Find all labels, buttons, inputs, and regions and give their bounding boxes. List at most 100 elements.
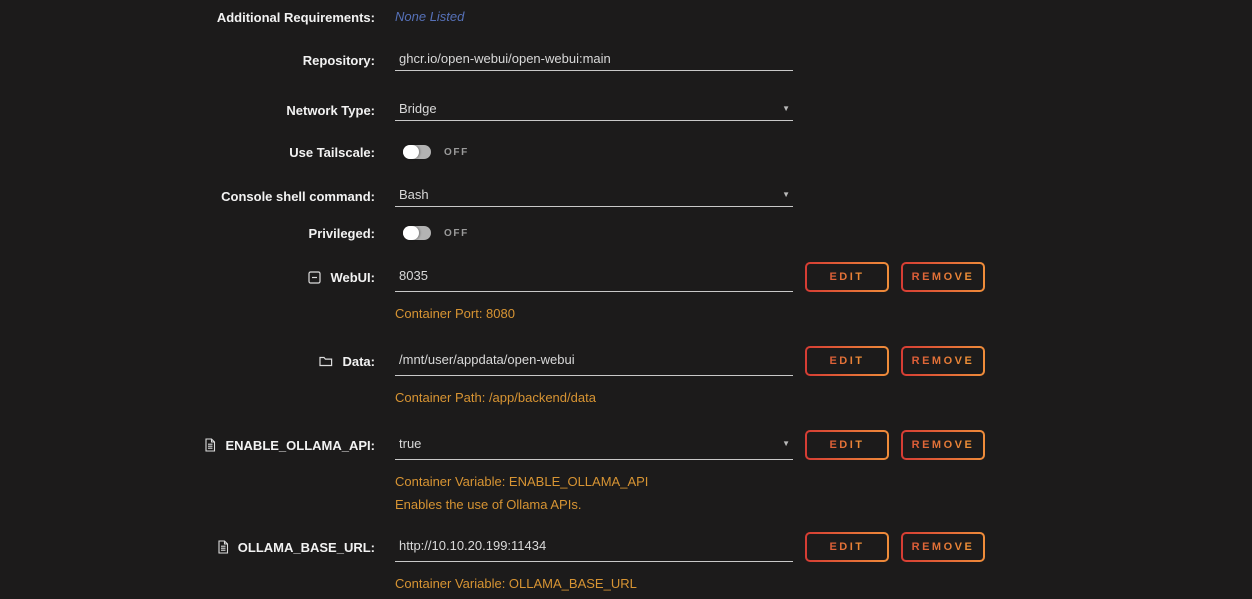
row-console-shell-command: Console shell command: Bash ▼ xyxy=(0,185,1252,207)
ctrl-col xyxy=(395,262,793,292)
label-col: Network Type: xyxy=(0,103,375,118)
network-type-value: Bridge xyxy=(395,101,437,119)
row-enable-ollama-api: ENABLE_OLLAMA_API: true ▼ EDIT REMOVE xyxy=(0,430,1252,460)
btn-col: EDIT REMOVE xyxy=(805,262,985,292)
data-path-input[interactable] xyxy=(395,352,793,370)
btn-col: EDIT REMOVE xyxy=(805,430,985,460)
row-use-tailscale: Use Tailscale: OFF xyxy=(0,141,1252,163)
data-field xyxy=(395,346,793,376)
data-container-path-note: Container Path: /app/backend/data xyxy=(395,388,1252,408)
data-label: Data: xyxy=(342,354,375,369)
label-col: Privileged: xyxy=(0,226,375,241)
use-tailscale-toggle[interactable] xyxy=(403,145,431,159)
webui-field xyxy=(395,262,793,292)
config-block-webui: WebUI: EDIT REMOVE Container Port: 8080 xyxy=(0,262,1252,324)
row-webui: WebUI: EDIT REMOVE xyxy=(0,262,1252,292)
ctrl-col: true ▼ xyxy=(395,430,793,460)
ctrl-col xyxy=(395,532,793,562)
config-block-enable-ollama-api: ENABLE_OLLAMA_API: true ▼ EDIT REMOVE Co… xyxy=(0,430,1252,516)
webui-port-input[interactable] xyxy=(395,268,793,286)
port-icon xyxy=(308,271,321,284)
row-network-type: Network Type: Bridge ▼ xyxy=(0,99,1252,121)
remove-button-label: REMOVE xyxy=(912,271,975,283)
btn-col: EDIT REMOVE xyxy=(805,346,985,376)
edit-button-label: EDIT xyxy=(829,355,864,367)
row-privileged: Privileged: OFF xyxy=(0,222,1252,244)
edit-button[interactable]: EDIT xyxy=(805,346,889,376)
console-shell-command-value: Bash xyxy=(395,187,429,205)
edit-button-label: EDIT xyxy=(829,271,864,283)
repository-input[interactable] xyxy=(395,51,793,69)
remove-button[interactable]: REMOVE xyxy=(901,430,985,460)
remove-button[interactable]: REMOVE xyxy=(901,346,985,376)
enable-ollama-api-variable-note: Container Variable: ENABLE_OLLAMA_API xyxy=(395,472,1252,492)
privileged-state: OFF xyxy=(444,228,469,239)
row-repository: Repository: xyxy=(0,49,1252,71)
webui-container-port-note: Container Port: 8080 xyxy=(395,304,1252,324)
row-ollama-base-url: OLLAMA_BASE_URL: EDIT REMOVE xyxy=(0,532,1252,562)
toggle-wrap: OFF xyxy=(403,145,793,159)
remove-button-label: REMOVE xyxy=(912,355,975,367)
enable-ollama-api-value: true xyxy=(395,436,421,454)
label-col: Data: xyxy=(0,354,375,369)
webui-label: WebUI: xyxy=(330,270,375,285)
docker-container-settings-form: Additional Requirements: None Listed Rep… xyxy=(0,0,1252,594)
remove-button[interactable]: REMOVE xyxy=(901,532,985,562)
chevron-down-icon: ▼ xyxy=(782,104,793,116)
repository-field xyxy=(395,49,793,71)
repository-label: Repository: xyxy=(303,53,375,68)
edit-button[interactable]: EDIT xyxy=(805,262,889,292)
additional-requirements-label: Additional Requirements: xyxy=(217,10,375,25)
remove-button-label: REMOVE xyxy=(912,439,975,451)
edit-button[interactable]: EDIT xyxy=(805,430,889,460)
privileged-label: Privileged: xyxy=(309,226,375,241)
network-type-label: Network Type: xyxy=(286,103,375,118)
row-additional-requirements: Additional Requirements: None Listed xyxy=(0,6,1252,28)
label-col: OLLAMA_BASE_URL: xyxy=(0,540,375,555)
label-col: Use Tailscale: xyxy=(0,145,375,160)
ctrl-col xyxy=(395,49,793,71)
ollama-base-url-label: OLLAMA_BASE_URL: xyxy=(238,540,375,555)
ctrl-col: Bash ▼ xyxy=(395,185,793,207)
ctrl-col: None Listed xyxy=(395,8,793,26)
ctrl-col: OFF xyxy=(395,226,793,240)
ctrl-col: OFF xyxy=(395,145,793,159)
ollama-base-url-variable-note: Container Variable: OLLAMA_BASE_URL xyxy=(395,574,1252,594)
enable-ollama-api-label: ENABLE_OLLAMA_API: xyxy=(225,438,375,453)
label-col: Additional Requirements: xyxy=(0,10,375,25)
edit-button[interactable]: EDIT xyxy=(805,532,889,562)
privileged-toggle[interactable] xyxy=(403,226,431,240)
row-data: Data: EDIT REMOVE xyxy=(0,346,1252,376)
use-tailscale-state: OFF xyxy=(444,147,469,158)
config-block-ollama-base-url: OLLAMA_BASE_URL: EDIT REMOVE Container V… xyxy=(0,532,1252,594)
ollama-base-url-field xyxy=(395,532,793,562)
label-col: Console shell command: xyxy=(0,189,375,204)
ollama-base-url-input[interactable] xyxy=(395,538,793,556)
network-type-select[interactable]: Bridge ▼ xyxy=(395,99,793,121)
toggle-wrap: OFF xyxy=(403,226,793,240)
remove-button-label: REMOVE xyxy=(912,541,975,553)
config-block-data: Data: EDIT REMOVE Container Path: /app/b… xyxy=(0,346,1252,408)
remove-button[interactable]: REMOVE xyxy=(901,262,985,292)
additional-requirements-value: None Listed xyxy=(395,9,464,24)
enable-ollama-api-description-note: Enables the use of Ollama APIs. xyxy=(395,494,1252,516)
label-col: ENABLE_OLLAMA_API: xyxy=(0,438,375,453)
chevron-down-icon: ▼ xyxy=(782,439,793,451)
file-icon xyxy=(204,438,216,452)
toggle-knob xyxy=(403,226,419,240)
file-icon xyxy=(217,540,229,554)
enable-ollama-api-select[interactable]: true ▼ xyxy=(395,430,793,460)
ctrl-col xyxy=(395,346,793,376)
folder-icon xyxy=(319,355,333,367)
label-col: WebUI: xyxy=(0,270,375,285)
console-shell-command-select[interactable]: Bash ▼ xyxy=(395,185,793,207)
edit-button-label: EDIT xyxy=(829,439,864,451)
label-col: Repository: xyxy=(0,53,375,68)
ctrl-col: Bridge ▼ xyxy=(395,99,793,121)
console-shell-command-label: Console shell command: xyxy=(221,189,375,204)
chevron-down-icon: ▼ xyxy=(782,190,793,202)
use-tailscale-label: Use Tailscale: xyxy=(289,145,375,160)
toggle-knob xyxy=(403,145,419,159)
btn-col: EDIT REMOVE xyxy=(805,532,985,562)
edit-button-label: EDIT xyxy=(829,541,864,553)
